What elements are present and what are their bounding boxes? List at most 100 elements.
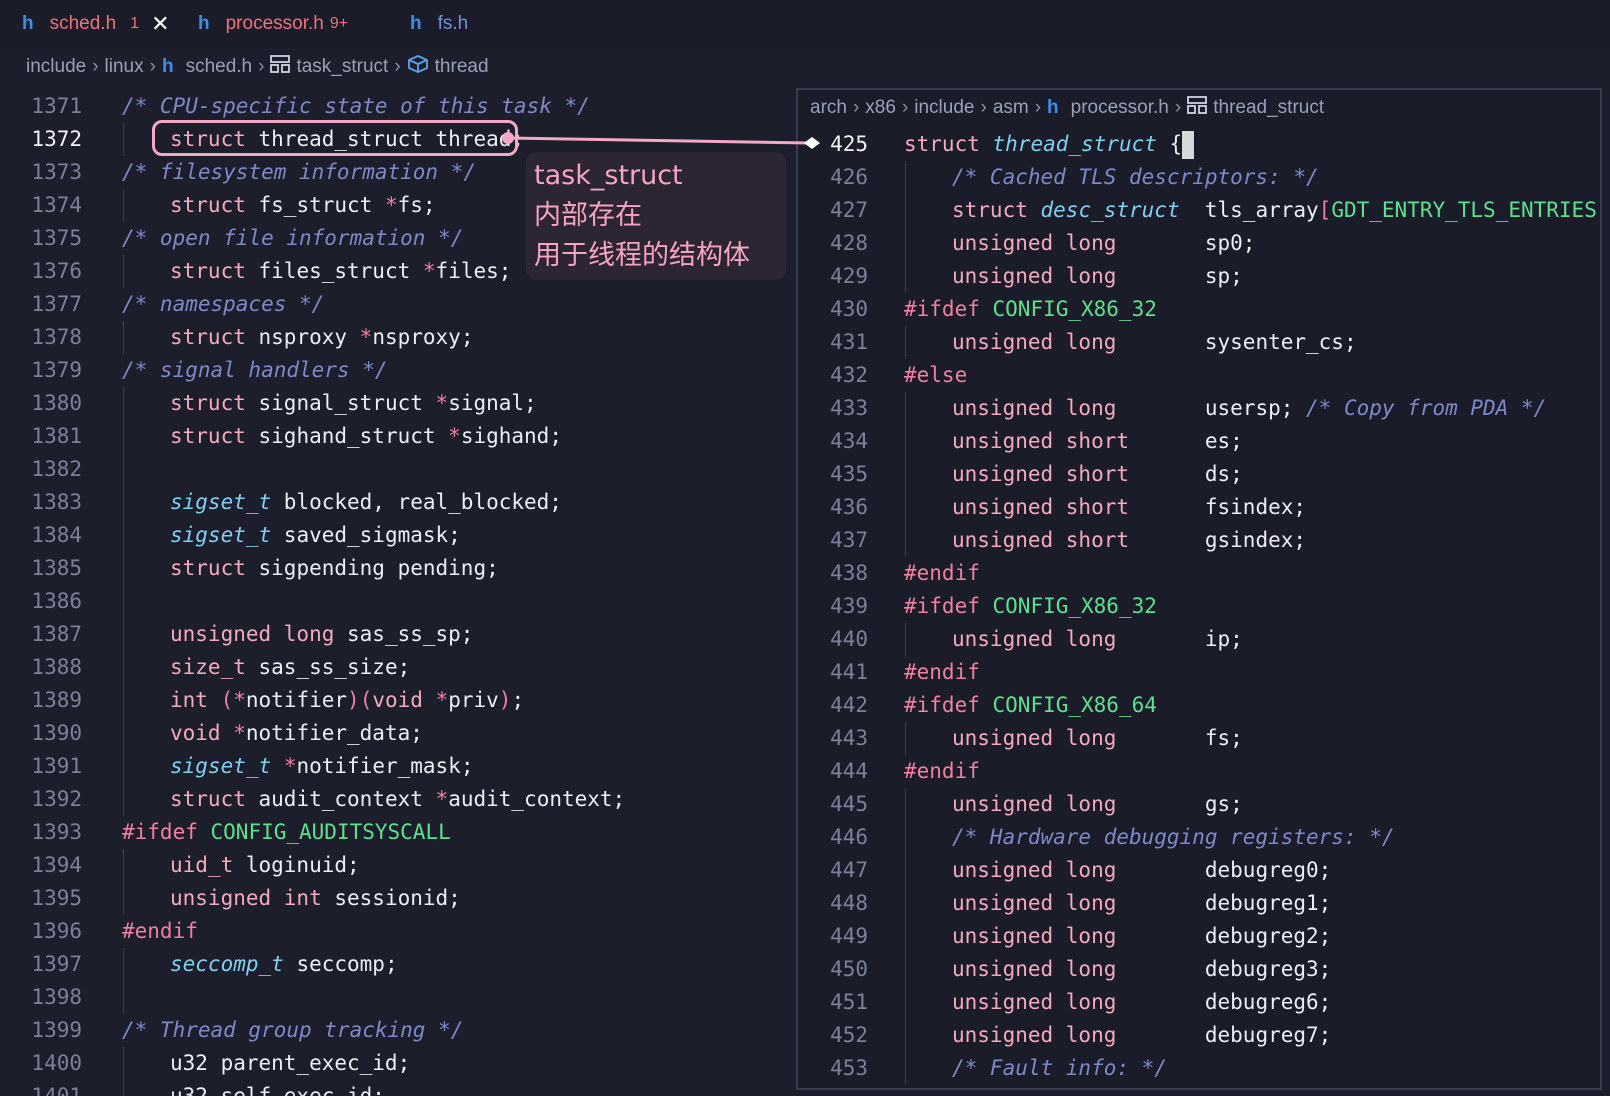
code-line[interactable]: 425 struct thread_struct {	[798, 128, 1600, 161]
code-line[interactable]: 449 unsigned long debugreg2;	[798, 920, 1600, 953]
breadcrumb-item[interactable]: include	[914, 97, 974, 119]
code-text[interactable]: /* signal handlers */	[122, 354, 388, 387]
code-line[interactable]: 450 unsigned long debugreg3;	[798, 953, 1600, 986]
code-line[interactable]: 430 #ifdef CONFIG_X86_32	[798, 293, 1600, 326]
code-text[interactable]: seccomp_t seccomp;	[170, 948, 398, 981]
editor-right[interactable]: 425 struct thread_struct {426/* Cached TL…	[798, 128, 1600, 1088]
breadcrumb-item[interactable]: linux	[105, 56, 144, 78]
breadcrumb-item[interactable]: arch	[810, 97, 847, 119]
code-line[interactable]: 436 unsigned short fsindex;	[798, 491, 1600, 524]
tab-sched-h[interactable]: h sched.h 1 ✕	[22, 10, 170, 38]
code-line[interactable]: 1385 struct sigpending pending;	[0, 552, 796, 585]
code-line[interactable]: 445 unsigned long gs;	[798, 788, 1600, 821]
code-text[interactable]: unsigned long sas_ss_sp;	[170, 618, 473, 651]
code-line[interactable]: 1379 /* signal handlers */	[0, 354, 796, 387]
breadcrumb-item[interactable]: task_struct	[296, 56, 388, 78]
code-text[interactable]: size_t sas_ss_size;	[170, 651, 410, 684]
code-text[interactable]: #endif	[904, 755, 980, 788]
code-line[interactable]: 1380 struct signal_struct *signal;	[0, 387, 796, 420]
tab-processor-h[interactable]: h processor.h 9+	[198, 10, 348, 38]
code-line[interactable]: 444 #endif	[798, 755, 1600, 788]
code-text[interactable]: struct files_struct *files;	[170, 255, 511, 288]
code-text[interactable]: unsigned long sp0;	[952, 227, 1255, 260]
code-text[interactable]: /* Thread group tracking */	[122, 1014, 463, 1047]
code-text[interactable]: unsigned long debugreg2;	[952, 920, 1331, 953]
code-line[interactable]: 440 unsigned long ip;	[798, 623, 1600, 656]
code-line[interactable]: 1401 u32 self_exec_id;	[0, 1080, 796, 1096]
code-line[interactable]: 452 unsigned long debugreg7;	[798, 1019, 1600, 1052]
code-line[interactable]: 434 unsigned short es;	[798, 425, 1600, 458]
code-line[interactable]: 446 /* Hardware debugging registers: */	[798, 821, 1600, 854]
code-text[interactable]: struct sighand_struct *sighand;	[170, 420, 562, 453]
code-text[interactable]: struct nsproxy *nsproxy;	[170, 321, 473, 354]
code-text[interactable]: unsigned long sp;	[952, 260, 1243, 293]
code-text[interactable]: struct thread_struct {	[904, 128, 1195, 161]
code-line[interactable]: 428 unsigned long sp0;	[798, 227, 1600, 260]
close-icon[interactable]: ✕	[151, 13, 169, 35]
code-line[interactable]: 429 unsigned long sp;	[798, 260, 1600, 293]
code-text[interactable]: unsigned long fs;	[952, 722, 1243, 755]
code-text[interactable]: unsigned short es;	[952, 425, 1243, 458]
code-text[interactable]: #else	[904, 359, 967, 392]
code-text[interactable]: /* namespaces */	[122, 288, 324, 321]
code-text[interactable]: unsigned short ds;	[952, 458, 1243, 491]
code-line[interactable]: 1389 int (*notifier)(void *priv);	[0, 684, 796, 717]
code-text[interactable]: unsigned long gs;	[952, 788, 1243, 821]
code-line[interactable]: 1383 sigset_t blocked, real_blocked;	[0, 486, 796, 519]
code-text[interactable]: /* Hardware debugging registers: */	[952, 821, 1395, 854]
code-text[interactable]: struct desc_struct tls_array[GDT_ENTRY_T…	[952, 194, 1600, 227]
code-text[interactable]: /* Cached TLS descriptors: */	[952, 161, 1319, 194]
code-line[interactable]: 432 #else	[798, 359, 1600, 392]
peek-definition-panel[interactable]: arch › x86 › include › asm › h processor…	[796, 88, 1602, 1090]
code-line[interactable]: 435 unsigned short ds;	[798, 458, 1600, 491]
code-line[interactable]: 1395 unsigned int sessionid;	[0, 882, 796, 915]
code-text[interactable]: unsigned int sessionid;	[170, 882, 461, 915]
breadcrumb-item[interactable]: processor.h	[1071, 97, 1169, 119]
code-text[interactable]: struct fs_struct *fs;	[170, 189, 436, 222]
code-line[interactable]: 1381 struct sighand_struct *sighand;	[0, 420, 796, 453]
code-text[interactable]: /* open file information */	[122, 222, 463, 255]
code-line[interactable]: 1378 struct nsproxy *nsproxy;	[0, 321, 796, 354]
code-line[interactable]: 1393 #ifdef CONFIG_AUDITSYSCALL	[0, 816, 796, 849]
code-line[interactable]: 1398	[0, 981, 796, 1014]
code-line[interactable]: 1384 sigset_t saved_sigmask;	[0, 519, 796, 552]
code-line[interactable]: 1377 /* namespaces */	[0, 288, 796, 321]
code-text[interactable]: unsigned long debugreg6;	[952, 986, 1331, 1019]
code-text[interactable]: u32 parent_exec_id;	[170, 1047, 410, 1080]
code-line[interactable]: 427 struct desc_struct tls_array[GDT_ENTR…	[798, 194, 1600, 227]
code-line[interactable]: 1391 sigset_t *notifier_mask;	[0, 750, 796, 783]
code-text[interactable]: sigset_t *notifier_mask;	[170, 750, 473, 783]
code-line[interactable]: 1371 /* CPU-specific state of this task *…	[0, 90, 796, 123]
code-text[interactable]: struct audit_context *audit_context;	[170, 783, 625, 816]
code-text[interactable]: /* filesystem information */	[122, 156, 476, 189]
code-line[interactable]: 433 unsigned long usersp; /* Copy from PD…	[798, 392, 1600, 425]
code-text[interactable]: #ifdef CONFIG_X86_32	[904, 293, 1157, 326]
code-text[interactable]: struct signal_struct *signal;	[170, 387, 537, 420]
code-line[interactable]: 431 unsigned long sysenter_cs;	[798, 326, 1600, 359]
code-text[interactable]: unsigned short gsindex;	[952, 524, 1306, 557]
code-line[interactable]: 1399 /* Thread group tracking */	[0, 1014, 796, 1047]
code-line[interactable]: 447 unsigned long debugreg0;	[798, 854, 1600, 887]
breadcrumb-item[interactable]: sched.h	[186, 56, 253, 78]
code-text[interactable]: uid_t loginuid;	[170, 849, 360, 882]
code-line[interactable]: 453 /* Fault info: */	[798, 1052, 1600, 1085]
code-line[interactable]: 441 #endif	[798, 656, 1600, 689]
code-line[interactable]: 1388 size_t sas_ss_size;	[0, 651, 796, 684]
code-line[interactable]: 1396 #endif	[0, 915, 796, 948]
code-text[interactable]: unsigned short fsindex;	[952, 491, 1306, 524]
code-text[interactable]: unsigned long debugreg1;	[952, 887, 1331, 920]
code-line[interactable]: 1387 unsigned long sas_ss_sp;	[0, 618, 796, 651]
code-text[interactable]: sigset_t blocked, real_blocked;	[170, 486, 562, 519]
tab-fs-h[interactable]: h fs.h	[410, 10, 468, 38]
code-text[interactable]: #ifdef CONFIG_X86_64	[904, 689, 1157, 722]
code-text[interactable]: int (*notifier)(void *priv);	[170, 684, 524, 717]
breadcrumb-item[interactable]: thread	[435, 56, 489, 78]
code-text[interactable]: unsigned long debugreg3;	[952, 953, 1331, 986]
code-line[interactable]: 1397 seccomp_t seccomp;	[0, 948, 796, 981]
breadcrumb-item[interactable]: asm	[993, 97, 1029, 119]
code-line[interactable]: 426 /* Cached TLS descriptors: */	[798, 161, 1600, 194]
code-text[interactable]: #ifdef CONFIG_AUDITSYSCALL	[122, 816, 451, 849]
breadcrumb-item[interactable]: x86	[865, 97, 896, 119]
code-line[interactable]: 443 unsigned long fs;	[798, 722, 1600, 755]
code-text[interactable]: #ifdef CONFIG_X86_32	[904, 590, 1157, 623]
